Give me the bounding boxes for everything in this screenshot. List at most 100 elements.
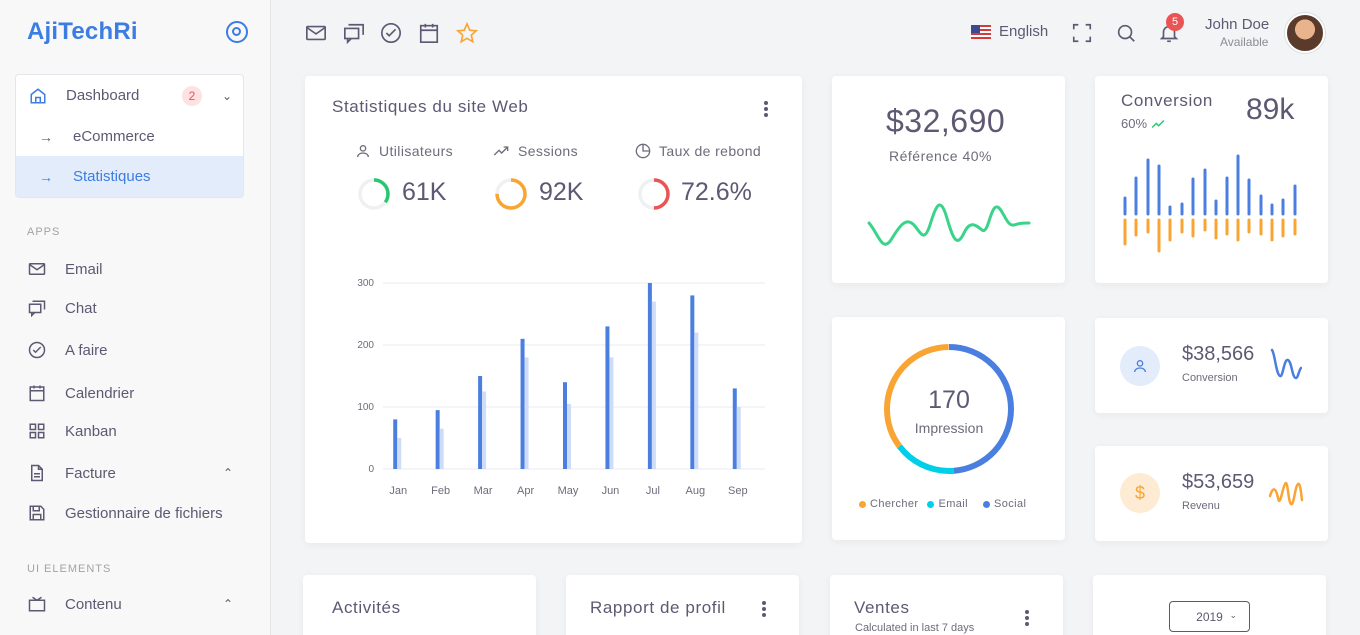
mail-icon <box>27 259 47 279</box>
legend-item: Email <box>927 498 968 510</box>
year-select-value: 2019 <box>1196 609 1223 624</box>
sidebar-item-todo[interactable]: A faire <box>27 337 247 363</box>
x-tick-label: Mar <box>474 485 493 497</box>
sidebar-item-label: Chat <box>65 299 97 317</box>
sidebar-item-ecommerce[interactable]: → eCommerce <box>16 116 243 157</box>
sidebar-item-calendar[interactable]: Calendrier <box>27 380 247 406</box>
avatar[interactable] <box>1285 13 1325 53</box>
grid-icon <box>27 421 47 441</box>
sidebar-item-file-manager[interactable]: Gestionnaire de fichiers <box>27 500 247 526</box>
bar <box>563 382 567 469</box>
sidebar-item-label: Dashboard <box>66 87 140 104</box>
brand-logo[interactable]: AjiTechRi <box>27 18 138 46</box>
chat-icon[interactable] <box>343 22 365 44</box>
bar <box>736 407 741 469</box>
x-tick-label: Apr <box>517 485 534 497</box>
brand-part2: TechRi <box>58 18 138 45</box>
bar-chart: 0 100 200 300 Jan Feb Mar Apr May Jun Jul Aug Sep <box>357 278 765 497</box>
user-icon <box>357 145 369 158</box>
bar <box>694 332 699 469</box>
sidebar-item-label: Calendrier <box>65 384 135 402</box>
section-title-apps: APPS <box>27 226 61 238</box>
dollar-icon: $ <box>1120 473 1160 513</box>
legend-dot <box>927 500 935 508</box>
impression-value: 170 <box>928 386 970 414</box>
chevron-down-icon: ⌄ <box>1229 610 1237 620</box>
y-tick-label: 200 <box>357 340 374 351</box>
sidebar-item-kanban[interactable]: Kanban <box>27 418 247 444</box>
sales-title: Ventes <box>854 598 910 617</box>
sidebar-item-label: Statistiques <box>73 168 151 185</box>
sidebar-item-statistiques[interactable]: → Statistiques <box>16 156 243 197</box>
revenue-sparkline <box>867 203 1031 246</box>
conversion-bars <box>1123 154 1297 253</box>
box-icon <box>27 594 47 614</box>
conversion-percent-text: 60% <box>1121 116 1148 131</box>
revenue-label: Référence 40% <box>889 148 993 164</box>
mini-sparkline-revenue <box>1268 481 1304 506</box>
more-vertical-icon[interactable] <box>1025 610 1029 628</box>
kpi-label-sessions: Sessions <box>492 143 578 159</box>
sidebar-item-invoice[interactable]: Facture ⌃ <box>27 460 247 486</box>
sidebar-item-email[interactable]: Email <box>27 256 247 282</box>
dashboard-menu-group: Dashboard 2 ⌄ → eCommerce → Statistiques <box>15 74 244 198</box>
bar <box>520 338 525 469</box>
trending-up-icon <box>1151 119 1165 128</box>
legend-dot <box>859 500 866 508</box>
bar <box>609 357 614 469</box>
section-title-ui: UI ELEMENTS <box>27 563 112 575</box>
legend-item: Social <box>982 498 1026 510</box>
check-circle-icon[interactable] <box>380 22 402 44</box>
bar <box>478 376 483 469</box>
mini-label-revenue: Revenu <box>1182 500 1220 512</box>
conversion-percent: 60% <box>1121 116 1165 131</box>
sidebar-item-label: Contenu <box>65 595 122 613</box>
kpi-value-bounce: 72.6% <box>681 178 752 206</box>
arrow-right-icon: → <box>39 128 53 145</box>
fullscreen-icon[interactable] <box>1071 22 1093 44</box>
y-tick-label: 0 <box>368 464 374 475</box>
chevron-up-icon: ⌃ <box>223 597 234 611</box>
save-icon <box>27 503 47 523</box>
year-select[interactable]: 2019 ⌄ <box>1169 601 1250 632</box>
x-tick-label: Aug <box>686 485 706 497</box>
sidebar-item-chat[interactable]: Chat <box>27 295 247 321</box>
user-status: Available <box>1220 35 1269 49</box>
sidebar-item-dashboard[interactable]: Dashboard 2 ⌄ <box>16 75 243 116</box>
mail-icon[interactable] <box>305 22 327 44</box>
stats-card-title: Statistiques du site Web <box>332 97 529 116</box>
chevron-up-icon: ⌃ <box>223 466 234 480</box>
conversion-title: Conversion <box>1121 91 1213 110</box>
kpi-label-text: Sessions <box>518 143 579 159</box>
calendar-icon <box>27 383 47 403</box>
x-tick-label: May <box>558 485 579 497</box>
dashboard-badge: 2 <box>182 86 202 106</box>
bar <box>647 283 652 469</box>
more-vertical-icon[interactable] <box>762 601 766 619</box>
user-icon <box>1120 346 1160 386</box>
kpi-value-users: 61K <box>402 178 447 206</box>
sidebar-item-label: A faire <box>65 341 108 359</box>
bar <box>651 301 656 469</box>
us-flag-icon <box>971 24 991 39</box>
user-name[interactable]: John Doe <box>1205 16 1269 33</box>
x-tick-label: Jun <box>602 485 620 497</box>
calendar-icon[interactable] <box>418 22 440 44</box>
kpi-value-sessions: 92K <box>539 178 584 206</box>
x-tick-label: Feb <box>431 485 450 497</box>
chevron-down-icon: ⌄ <box>222 88 233 103</box>
more-vertical-icon[interactable] <box>764 101 768 119</box>
language-selector[interactable]: English <box>971 23 1048 40</box>
activities-title: Activités <box>332 598 401 617</box>
star-icon[interactable] <box>456 22 478 44</box>
bar <box>605 326 610 469</box>
sidebar-item-content[interactable]: Contenu ⌃ <box>27 591 247 617</box>
sidebar-toggle-icon[interactable] <box>226 21 248 43</box>
legend-label: Chercher <box>870 498 919 510</box>
kpi-label-bounce: Taux de rebond <box>635 143 761 159</box>
mini-label-conversion: Conversion <box>1182 372 1238 384</box>
bar <box>393 419 398 469</box>
mini-value-revenue: $53,659 <box>1182 471 1255 493</box>
search-icon[interactable] <box>1115 22 1137 44</box>
kpi-ring-users <box>358 178 390 210</box>
